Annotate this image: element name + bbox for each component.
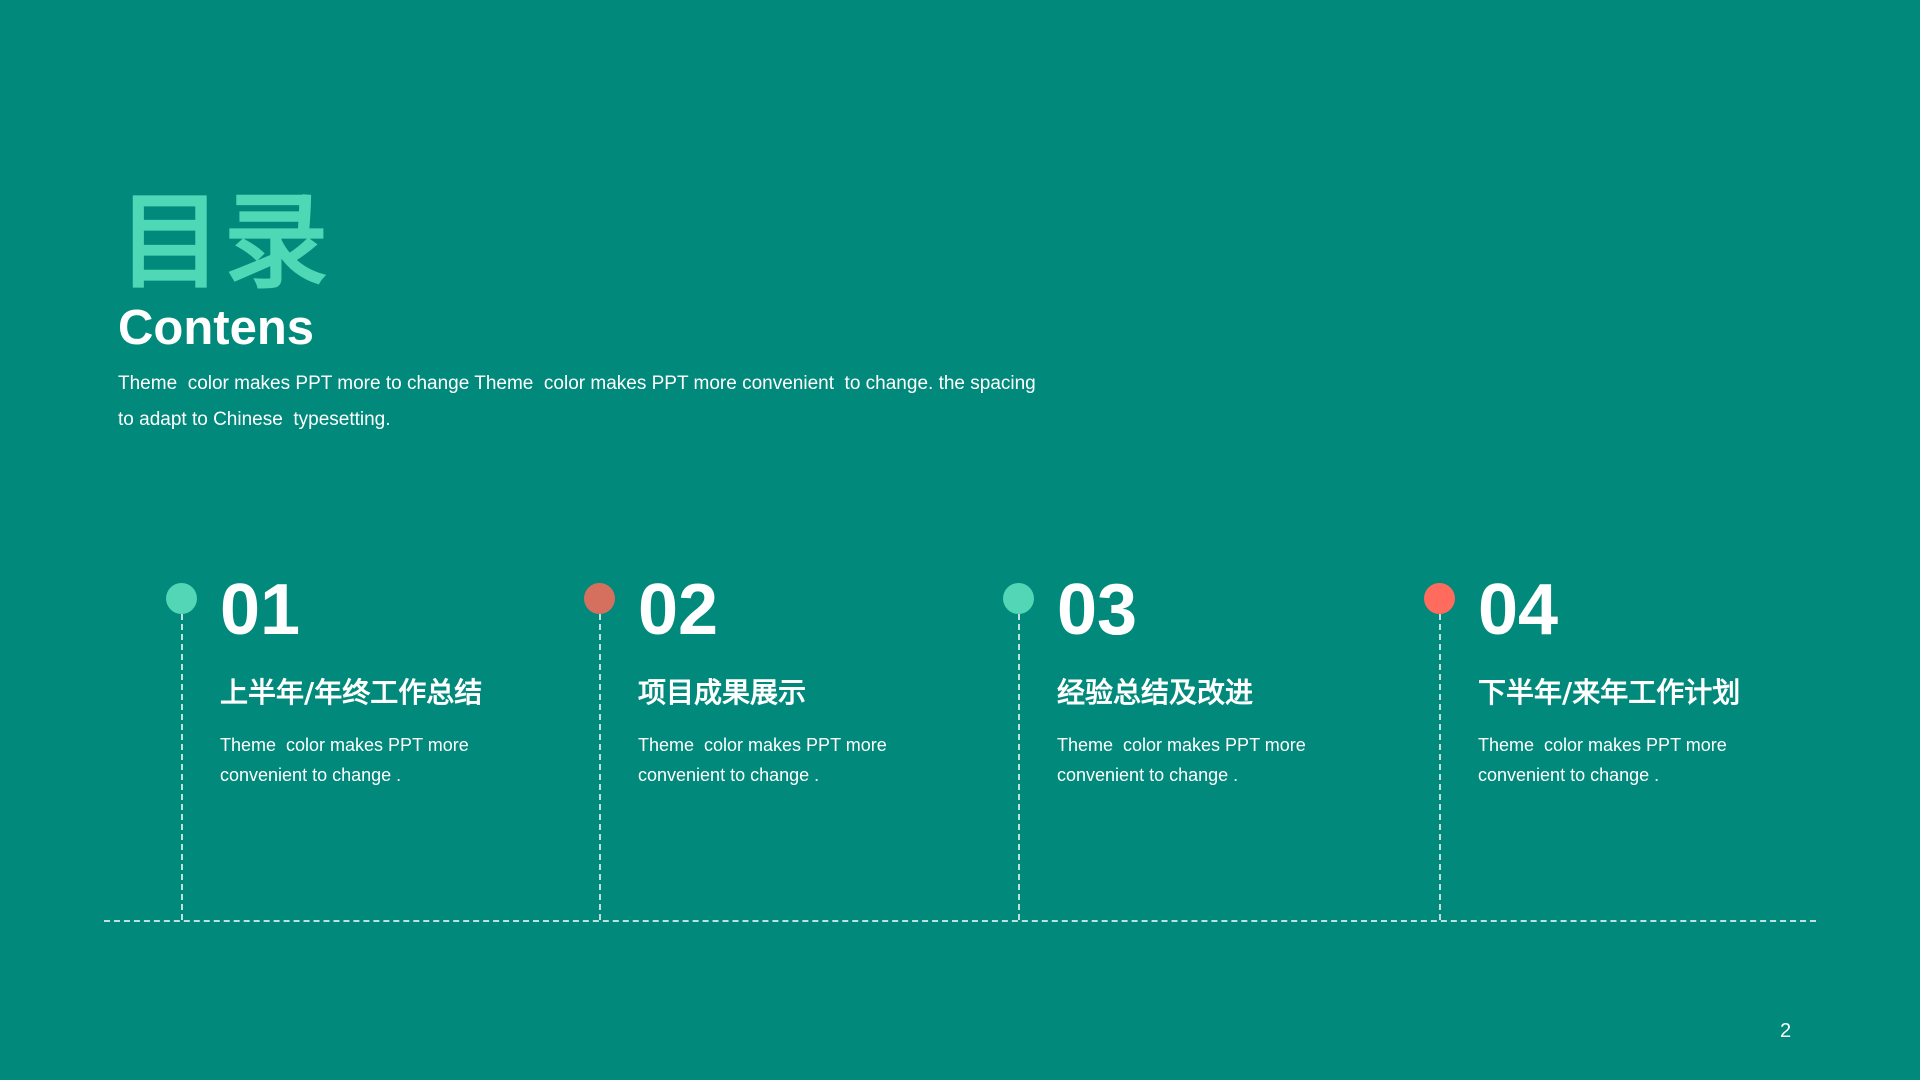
agenda-description: Theme color makes PPT more convenient to…: [638, 735, 892, 785]
timeline-connector: [599, 614, 601, 920]
slide: 目录 Contens Theme color makes PPT more to…: [0, 0, 1920, 1080]
agenda-number: 01: [220, 570, 301, 650]
timeline-dot-icon: [1424, 583, 1455, 614]
timeline-dot-icon: [1003, 583, 1034, 614]
timeline-connector: [1439, 614, 1441, 920]
agenda-item-01: 01 上半年/年终工作总结 Theme color makes PPT more…: [166, 574, 566, 922]
timeline-connector: [1018, 614, 1020, 920]
agenda-heading: 项目成果展示: [638, 676, 807, 709]
agenda-number: 02: [638, 570, 719, 650]
agenda-number: 03: [1057, 570, 1138, 650]
agenda-number: 04: [1478, 570, 1559, 650]
timeline-dot-icon: [166, 583, 197, 614]
agenda-description: Theme color makes PPT more convenient to…: [220, 735, 474, 785]
agenda-heading: 下半年/来年工作计划: [1478, 676, 1741, 709]
timeline-dot-icon: [584, 583, 615, 614]
intro-text: Theme color makes PPT more to change The…: [118, 373, 1047, 430]
agenda-heading: 上半年/年终工作总结: [220, 676, 483, 709]
page-title-chinese: 目录: [118, 181, 331, 303]
page-title-english: Contens: [118, 301, 314, 355]
agenda-description: Theme color makes PPT more convenient to…: [1057, 735, 1311, 785]
timeline-connector: [181, 614, 183, 920]
timeline-baseline: [104, 920, 1816, 922]
agenda-description: Theme color makes PPT more convenient to…: [1478, 735, 1732, 785]
agenda-item-03: 03 经验总结及改进 Theme color makes PPT more co…: [1003, 574, 1403, 922]
agenda-heading: 经验总结及改进: [1057, 676, 1254, 709]
page-number: 2: [1780, 1020, 1792, 1042]
agenda-item-02: 02 项目成果展示 Theme color makes PPT more con…: [584, 574, 984, 922]
agenda-item-04: 04 下半年/来年工作计划 Theme color makes PPT more…: [1424, 574, 1824, 922]
